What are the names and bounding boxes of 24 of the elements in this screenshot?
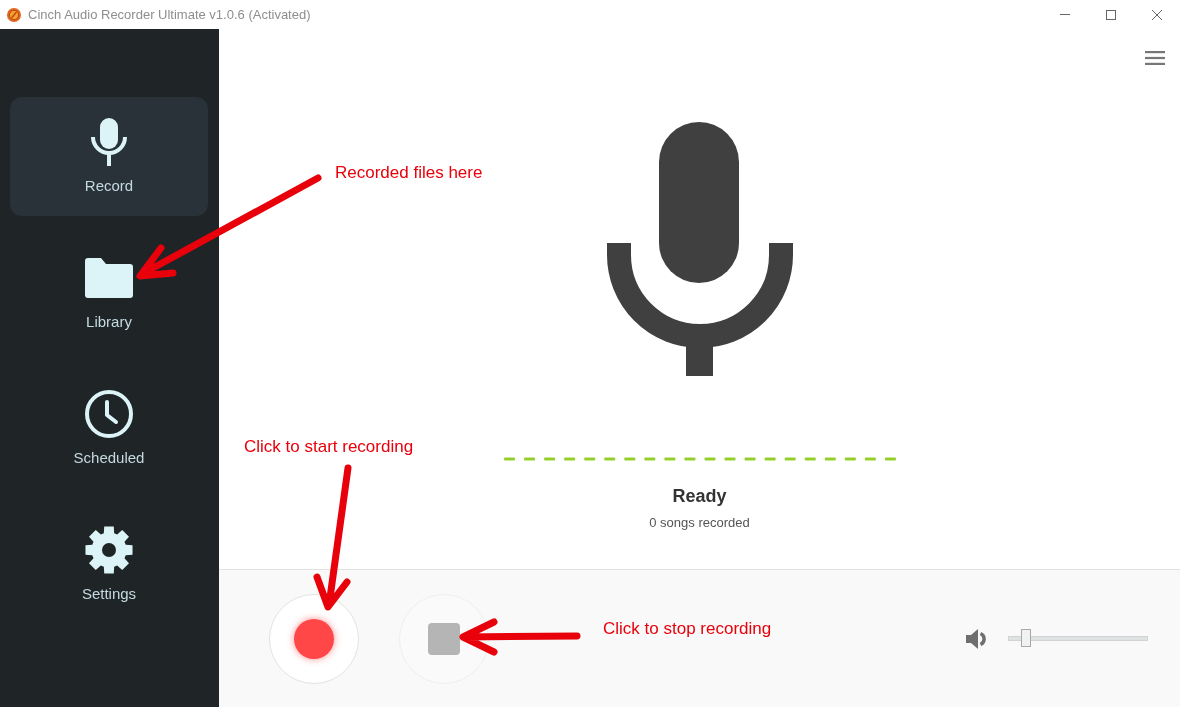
close-icon xyxy=(1152,9,1162,20)
clock-icon xyxy=(85,390,133,438)
gear-icon xyxy=(85,526,133,574)
microphone-icon xyxy=(91,118,127,166)
annotation-text: Click to stop recording xyxy=(603,618,772,640)
volume-icon[interactable] xyxy=(966,628,989,649)
menu-button[interactable] xyxy=(1145,51,1165,65)
folder-icon xyxy=(85,258,133,298)
sidebar-nav-item[interactable]: Settings xyxy=(10,505,208,624)
status-title: Ready xyxy=(672,485,727,508)
annotation-text: Click to start recording xyxy=(244,436,414,458)
app-logo-icon xyxy=(7,7,21,22)
slider-thumb[interactable] xyxy=(1021,629,1031,647)
menu-icon xyxy=(1145,51,1165,65)
sidebar-nav-item[interactable]: Library xyxy=(10,233,208,352)
minimize-icon xyxy=(1060,14,1070,15)
status-detail: 0 songs recorded xyxy=(649,514,750,532)
stop-icon xyxy=(428,622,460,655)
annotation-text: Recorded files here xyxy=(335,162,483,184)
maximize-icon xyxy=(1106,9,1116,20)
sidebar-nav-item[interactable]: Record xyxy=(10,97,208,216)
record-dot-icon xyxy=(294,618,334,659)
window-title: Cinch Audio Recorder Ultimate v1.0.6 (Activated) xyxy=(28,5,311,24)
sidebar-nav-item[interactable]: Scheduled xyxy=(10,369,208,488)
